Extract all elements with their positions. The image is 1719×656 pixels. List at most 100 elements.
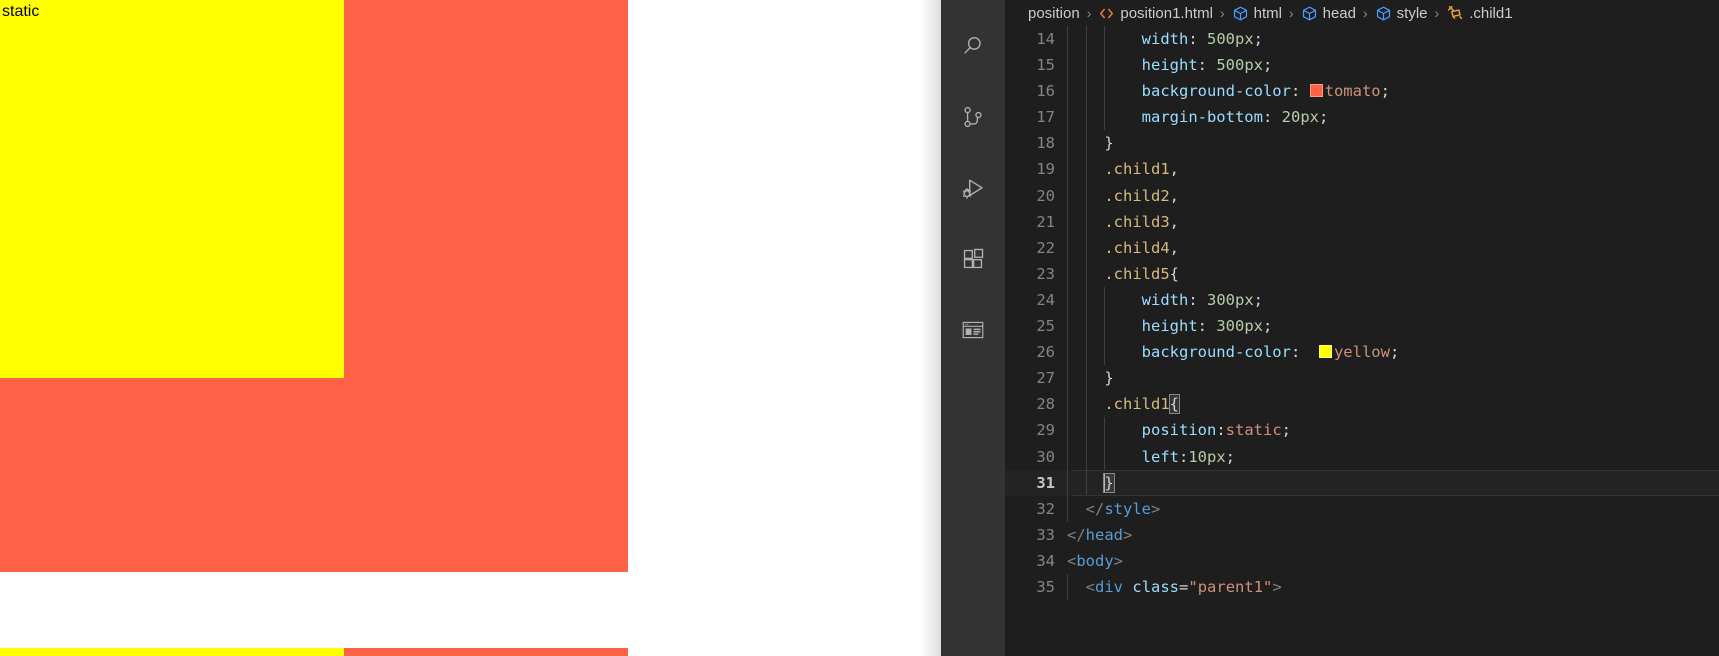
indent-guide <box>1067 234 1068 261</box>
indent-guide <box>1085 469 1087 496</box>
code-token: class <box>1132 577 1180 596</box>
code-token: 10px <box>1188 447 1226 466</box>
code-token: , <box>1169 212 1179 231</box>
code-token: : <box>1216 421 1226 440</box>
child1-label: static <box>2 3 40 20</box>
code-line[interactable]: 30 left:10px; <box>1005 443 1719 470</box>
code-line-text: width: 500px; <box>1067 26 1719 53</box>
code-line[interactable]: 27 } <box>1005 365 1719 392</box>
run-and-debug-icon[interactable] <box>949 164 997 212</box>
code-line[interactable]: 22 .child4, <box>1005 234 1719 261</box>
indent-guide <box>1067 78 1068 105</box>
code-token: > <box>1151 499 1161 518</box>
code-token: height <box>1141 56 1198 75</box>
code-line[interactable]: 17 margin-bottom: 20px; <box>1005 104 1719 131</box>
code-line[interactable]: 35 <div class="parent1"> <box>1005 573 1719 601</box>
code-line-text: } <box>1067 469 1719 496</box>
code-line[interactable]: 26 background-color: yellow; <box>1005 339 1719 366</box>
line-number: 34 <box>1036 551 1055 570</box>
child1-box: static <box>0 0 344 378</box>
code-token: 20px <box>1281 108 1319 127</box>
code-line-text: .child2, <box>1067 182 1719 209</box>
indent-guide <box>1104 104 1106 131</box>
code-tags-icon <box>1098 5 1115 22</box>
code-line-text: .child1{ <box>1067 391 1719 418</box>
code-token: background-color <box>1141 343 1291 362</box>
code-token: width <box>1141 30 1189 48</box>
color-swatch[interactable] <box>1318 345 1332 359</box>
code-line-text: left:10px; <box>1067 443 1719 470</box>
search-icon[interactable] <box>949 22 997 70</box>
code-line-text: .child4, <box>1067 234 1719 261</box>
code-line[interactable]: 34 <body> <box>1005 548 1719 574</box>
code-token: ; <box>1281 421 1291 440</box>
code-line[interactable]: 14 width: 500px; <box>1005 26 1719 53</box>
code-line[interactable]: 18 } <box>1005 130 1719 157</box>
breadcrumb-label: style <box>1396 4 1428 22</box>
breadcrumb-label: head <box>1322 4 1356 22</box>
code-line[interactable]: 23 .child5{ <box>1005 260 1719 287</box>
code-line[interactable]: 20 .child2, <box>1005 182 1719 209</box>
indent-guide <box>1067 339 1068 366</box>
code-token: > <box>1113 551 1124 570</box>
breadcrumb-item-style[interactable]: style <box>1375 5 1428 22</box>
line-number: 27 <box>1036 369 1055 388</box>
indent-guide <box>1067 130 1068 157</box>
code-token: 300px <box>1207 290 1254 309</box>
breadcrumb-item-html[interactable]: html <box>1232 5 1282 22</box>
code-line[interactable]: 25 height: 300px; <box>1005 313 1719 340</box>
code-editor[interactable]: 14 width: 500px; 15 height: 500px; 16 back… <box>1005 26 1719 656</box>
code-token: ; <box>1225 447 1235 466</box>
indent-guide <box>1067 260 1068 287</box>
code-token: : <box>1290 343 1319 362</box>
breadcrumb-item-folder[interactable]: position <box>1023 5 1080 22</box>
indent-guide <box>1067 52 1068 79</box>
code-line-text: background-color: tomato; <box>1067 78 1719 105</box>
indent-guide <box>1067 286 1068 314</box>
indent-guide <box>1085 443 1087 470</box>
breadcrumb-separator-icon: › <box>1219 5 1225 21</box>
indent-guide <box>1085 26 1087 53</box>
indent-guide <box>1067 495 1068 522</box>
browser-preview-pane: static <box>0 0 860 656</box>
line-number: 15 <box>1036 56 1055 75</box>
code-line[interactable]: 29 position:static; <box>1005 417 1719 444</box>
child2-box <box>0 648 344 656</box>
line-number: 18 <box>1036 134 1055 153</box>
code-line[interactable]: 28 .child1{ <box>1005 391 1719 418</box>
breadcrumb-separator-icon: › <box>1086 5 1092 21</box>
code-token: : <box>1290 82 1310 101</box>
code-line-text: } <box>1067 365 1719 392</box>
indent-guide <box>1104 339 1106 366</box>
code-line-text: height: 300px; <box>1067 313 1719 340</box>
code-token: : <box>1197 317 1217 336</box>
code-line[interactable]: 15 height: 500px; <box>1005 52 1719 79</box>
code-token: , <box>1169 238 1179 257</box>
code-line[interactable]: 24 width: 300px; <box>1005 286 1719 314</box>
code-line[interactable]: 19 .child1, <box>1005 156 1719 183</box>
indent-guide <box>1085 208 1087 235</box>
live-preview-icon[interactable] <box>949 306 997 354</box>
breadcrumb-item-file[interactable]: position1.html <box>1098 5 1213 22</box>
indent-guide <box>1067 182 1068 209</box>
code-line[interactable]: 32 </style> <box>1005 495 1719 522</box>
breadcrumb-label: html <box>1253 4 1282 22</box>
code-token: : <box>1197 56 1217 75</box>
color-swatch[interactable] <box>1309 84 1323 98</box>
line-number: 33 <box>1036 525 1055 544</box>
code-line[interactable]: 16 background-color: tomato; <box>1005 78 1719 105</box>
code-token: .child1 <box>1104 395 1170 414</box>
breadcrumb-item-selector[interactable]: .child1 <box>1446 4 1513 22</box>
code-line[interactable]: 31 } <box>1005 469 1719 496</box>
source-control-icon[interactable] <box>949 93 997 141</box>
breadcrumb-item-head[interactable]: head <box>1301 5 1356 22</box>
code-line[interactable]: 33 </head> <box>1005 522 1719 548</box>
code-token: > <box>1123 525 1133 544</box>
indent-guide <box>1104 313 1106 340</box>
code-line[interactable]: 21 .child3, <box>1005 208 1719 235</box>
code-token: tomato <box>1324 82 1381 101</box>
line-number: 35 <box>1036 577 1055 596</box>
extensions-icon[interactable] <box>949 235 997 283</box>
